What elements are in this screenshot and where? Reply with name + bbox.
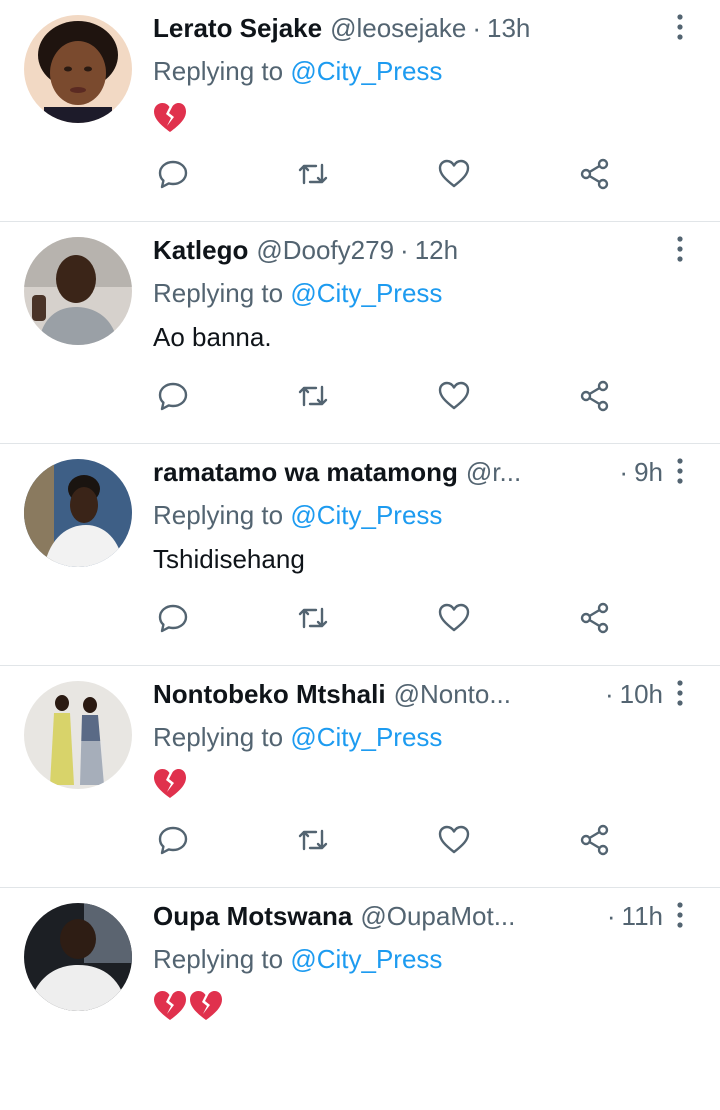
more-vertical-icon[interactable] bbox=[670, 900, 690, 930]
replying-to-label: Replying to bbox=[153, 56, 284, 86]
replying-to-label: Replying to bbox=[153, 722, 284, 752]
avatar[interactable] bbox=[24, 237, 132, 345]
timestamp[interactable]: 10h bbox=[620, 679, 663, 709]
more-vertical-icon[interactable] bbox=[670, 456, 690, 486]
tweet-header: ramatamo wa matamong @r... · 9h bbox=[153, 455, 663, 489]
avatar[interactable] bbox=[24, 15, 132, 123]
timestamp[interactable]: 9h bbox=[634, 457, 663, 487]
tweet-text: Ao banna. bbox=[153, 322, 272, 352]
heart-icon[interactable] bbox=[437, 823, 471, 857]
replying-to-mention[interactable]: @City_Press bbox=[290, 56, 442, 86]
share-icon[interactable] bbox=[578, 823, 612, 857]
more-vertical-icon[interactable] bbox=[670, 678, 690, 708]
replying-to: Replying to @City_Press bbox=[153, 54, 442, 88]
author-name[interactable]: Nontobeko Mtshali bbox=[153, 677, 386, 711]
replying-to-mention[interactable]: @City_Press bbox=[290, 944, 442, 974]
share-icon[interactable] bbox=[578, 601, 612, 635]
timestamp[interactable]: 13h bbox=[487, 11, 530, 45]
tweet-emoji bbox=[153, 768, 187, 800]
share-icon[interactable] bbox=[578, 379, 612, 413]
author-handle[interactable]: @r... bbox=[466, 455, 521, 489]
tweet-header: Katlego @Doofy279 · 12h bbox=[153, 233, 653, 267]
broken-heart-icon bbox=[154, 769, 186, 798]
tweet[interactable]: Oupa Motswana @OupaMot... · 11h Replying … bbox=[0, 888, 720, 1110]
retweet-icon[interactable] bbox=[296, 379, 330, 413]
share-icon[interactable] bbox=[578, 157, 612, 191]
author-name[interactable]: Oupa Motswana bbox=[153, 899, 352, 933]
tweet-actions bbox=[156, 157, 616, 191]
retweet-icon[interactable] bbox=[296, 823, 330, 857]
separator: · bbox=[400, 235, 409, 265]
replying-to: Replying to @City_Press bbox=[153, 942, 442, 976]
tweet-actions bbox=[156, 823, 616, 857]
tweet-header: Lerato Sejake @leosejake · 13h bbox=[153, 11, 653, 45]
reply-icon[interactable] bbox=[156, 823, 190, 857]
replying-to-mention[interactable]: @City_Press bbox=[290, 500, 442, 530]
replying-to-label: Replying to bbox=[153, 500, 284, 530]
timestamp[interactable]: 11h bbox=[622, 901, 663, 931]
tweet[interactable]: Katlego @Doofy279 · 12h Replying to @Cit… bbox=[0, 222, 720, 444]
author-name[interactable]: ramatamo wa matamong bbox=[153, 455, 458, 489]
replying-to: Replying to @City_Press bbox=[153, 498, 442, 532]
separator: · bbox=[619, 457, 629, 487]
separator: · bbox=[606, 901, 616, 931]
broken-heart-icon bbox=[190, 991, 222, 1020]
avatar[interactable] bbox=[24, 903, 132, 1011]
replying-to-label: Replying to bbox=[153, 278, 284, 308]
author-name[interactable]: Katlego bbox=[153, 233, 248, 267]
tweet-text: Tshidisehang bbox=[153, 544, 305, 574]
tweet-actions bbox=[156, 601, 616, 635]
heart-icon[interactable] bbox=[437, 157, 471, 191]
separator: · bbox=[472, 13, 482, 43]
replying-to-mention[interactable]: @City_Press bbox=[290, 722, 442, 752]
retweet-icon[interactable] bbox=[296, 601, 330, 635]
tweet-emoji bbox=[153, 990, 223, 1022]
author-handle[interactable]: @OupaMot... bbox=[360, 899, 515, 933]
replying-to-label: Replying to bbox=[153, 944, 284, 974]
more-vertical-icon[interactable] bbox=[670, 12, 690, 42]
separator: · bbox=[604, 679, 614, 709]
avatar[interactable] bbox=[24, 459, 132, 567]
tweet[interactable]: ramatamo wa matamong @r... · 9h Replying … bbox=[0, 444, 720, 666]
heart-icon[interactable] bbox=[437, 601, 471, 635]
timestamp[interactable]: 12h bbox=[415, 233, 458, 267]
broken-heart-icon bbox=[154, 103, 186, 132]
broken-heart-icon bbox=[154, 991, 186, 1020]
tweet[interactable]: Lerato Sejake @leosejake · 13h Replying … bbox=[0, 0, 720, 222]
reply-icon[interactable] bbox=[156, 601, 190, 635]
reply-icon[interactable] bbox=[156, 157, 190, 191]
author-handle[interactable]: @Doofy279 bbox=[256, 233, 394, 267]
author-handle[interactable]: @leosejake bbox=[330, 11, 466, 45]
tweet-header: Oupa Motswana @OupaMot... · 11h bbox=[153, 899, 663, 933]
retweet-icon[interactable] bbox=[296, 157, 330, 191]
tweet-emoji bbox=[153, 102, 187, 134]
author-handle[interactable]: @Nonto... bbox=[394, 677, 511, 711]
more-vertical-icon[interactable] bbox=[670, 234, 690, 264]
tweet-header: Nontobeko Mtshali @Nonto... · 10h bbox=[153, 677, 663, 711]
heart-icon[interactable] bbox=[437, 379, 471, 413]
replying-to: Replying to @City_Press bbox=[153, 276, 442, 310]
replying-to-mention[interactable]: @City_Press bbox=[290, 278, 442, 308]
reply-icon[interactable] bbox=[156, 379, 190, 413]
avatar[interactable] bbox=[24, 681, 132, 789]
tweet-actions bbox=[156, 379, 616, 413]
replying-to: Replying to @City_Press bbox=[153, 720, 442, 754]
tweet[interactable]: Nontobeko Mtshali @Nonto... · 10h Replyin… bbox=[0, 666, 720, 888]
author-name[interactable]: Lerato Sejake bbox=[153, 11, 322, 45]
